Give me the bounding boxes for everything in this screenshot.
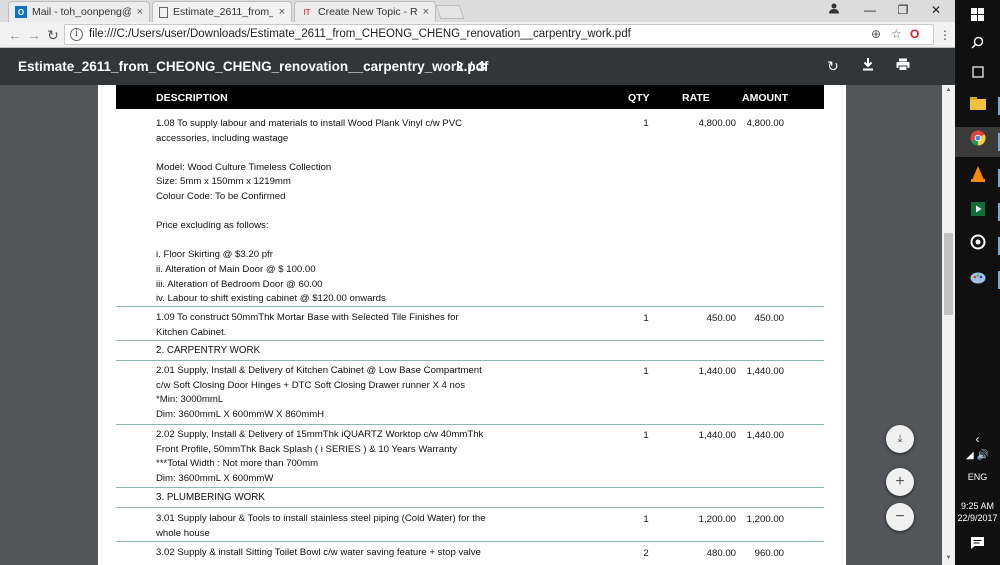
zoom-out-button[interactable]: − — [886, 503, 914, 531]
vertical-scrollbar[interactable]: ▲ ▼ — [942, 85, 955, 565]
tab-title: Create New Topic - Reno — [318, 6, 417, 18]
pdf-page: DESCRIPTION QTY RATE AMOUNT 1.08 To supp… — [98, 85, 846, 565]
minimize-button[interactable]: — — [860, 2, 880, 18]
row-description: 2.02 Supply, Install & Delivery of 15mmT… — [156, 429, 484, 484]
media-player-icon[interactable] — [955, 197, 1000, 227]
row-description: 3.01 Supply labour & Tools to install st… — [156, 513, 486, 539]
row-description: 1.09 To construct 50mmThk Mortar Base wi… — [156, 312, 459, 338]
column-header-description: DESCRIPTION — [156, 92, 228, 104]
tab-create-topic[interactable]: IT Create New Topic - Reno × — [294, 1, 436, 22]
tab-strip: O Mail - toh_oonpeng@ho × Estimate_2611_… — [0, 0, 955, 22]
chrome-icon[interactable] — [955, 127, 1000, 157]
menu-kebab-icon[interactable]: ⋮ — [936, 26, 954, 44]
row-description: 1.08 To supply labour and materials to i… — [156, 118, 463, 305]
pdf-title: Estimate_2611_from_CHEONG_CHENG_renovati… — [18, 59, 489, 74]
print-icon[interactable] — [894, 57, 912, 75]
new-tab-button[interactable] — [435, 5, 465, 19]
restore-button[interactable]: ❐ — [893, 2, 913, 18]
zoom-in-button[interactable]: + — [886, 468, 914, 496]
outlook-icon: O — [15, 6, 27, 18]
file-explorer-icon[interactable] — [955, 91, 1000, 121]
column-header-amount: AMOUNT — [742, 92, 789, 104]
profile-icon[interactable] — [824, 2, 844, 18]
tab-title: Estimate_2611_from_CHE — [173, 6, 273, 18]
table-header: DESCRIPTION QTY RATE AMOUNT — [116, 85, 824, 109]
section-row: 3. PLUMBERING WORK — [116, 488, 824, 508]
tab-mail[interactable]: O Mail - toh_oonpeng@ho × — [8, 1, 150, 22]
section-title: 3. PLUMBERING WORK — [156, 492, 265, 503]
search-icon[interactable] — [955, 30, 1000, 60]
action-center-icon[interactable] — [955, 530, 1000, 560]
column-header-rate: RATE — [682, 92, 710, 104]
table-row: 2.02 Supply, Install & Delivery of 15mmT… — [116, 425, 824, 488]
tab-estimate-pdf[interactable]: Estimate_2611_from_CHE × — [152, 1, 292, 22]
row-amount: 4,800.00 — [746, 118, 784, 129]
scroll-up-arrow-icon[interactable]: ▲ — [944, 87, 953, 93]
tab-title: Mail - toh_oonpeng@ho — [32, 6, 131, 18]
fit-to-page-button[interactable]: ⤓ — [886, 425, 914, 453]
page-indicator: 2 / 3 — [456, 59, 487, 74]
clock-time: 9:25 AM — [960, 501, 995, 511]
windows-start-icon[interactable] — [955, 2, 1000, 32]
rotate-icon[interactable]: ↻ — [824, 57, 842, 75]
table-row: 2.01 Supply, Install & Delivery of Kitch… — [116, 361, 824, 425]
close-tab-icon[interactable]: × — [137, 6, 143, 18]
close-tab-icon[interactable]: × — [423, 6, 429, 18]
browser-chrome: O Mail - toh_oonpeng@ho × Estimate_2611_… — [0, 0, 955, 48]
language-indicator[interactable]: ENG — [955, 472, 1000, 482]
paint-icon[interactable] — [955, 265, 1000, 295]
table-row: 1.09 To construct 50mmThk Mortar Base wi… — [116, 307, 824, 341]
scroll-down-arrow-icon[interactable]: ▼ — [944, 555, 953, 561]
table-row: 1.08 To supply labour and materials to i… — [116, 109, 824, 307]
row-amount: 1,200.00 — [746, 514, 784, 525]
document-icon — [159, 6, 168, 18]
groove-music-icon[interactable] — [955, 231, 1000, 261]
task-view-icon[interactable] — [955, 59, 1000, 89]
row-amount: 1,440.00 — [746, 366, 784, 377]
windows-taskbar: ‹ ◢ 🔊 ENG 9:25 AM 22/9/2017 — [955, 0, 1000, 565]
download-icon[interactable] — [859, 57, 877, 75]
back-button[interactable]: ← — [6, 26, 24, 44]
clock-date: 22/9/2017 — [957, 513, 998, 523]
reload-button[interactable]: ↻ — [44, 26, 62, 44]
pdf-toolbar: Estimate_2611_from_CHEONG_CHENG_renovati… — [0, 48, 955, 85]
row-amount: 960.00 — [754, 548, 784, 559]
column-header-qty: QTY — [628, 92, 650, 104]
table-row: 3.01 Supply labour & Tools to install st… — [116, 508, 824, 542]
row-description: 3.02 Supply & install Sitting Toilet Bow… — [156, 547, 481, 558]
section-row: 2. CARPENTRY WORK — [116, 341, 824, 361]
opera-extension-icon[interactable]: O — [910, 27, 919, 41]
browser-toolbar: ← → ↻ i file:///C:/Users/user/Downloads/… — [0, 22, 955, 48]
table-row: 3.02 Supply & install Sitting Toilet Bow… — [116, 542, 824, 565]
section-title: 2. CARPENTRY WORK — [156, 345, 261, 356]
vlc-icon[interactable] — [955, 163, 1000, 193]
row-amount: 450.00 — [754, 313, 784, 324]
pdf-viewer[interactable]: DESCRIPTION QTY RATE AMOUNT 1.08 To supp… — [0, 85, 942, 565]
network-volume-icon[interactable]: ◢ 🔊 — [955, 441, 1000, 471]
info-icon[interactable]: i — [70, 28, 83, 41]
address-bar[interactable]: i file:///C:/Users/user/Downloads/Estima… — [64, 24, 934, 45]
close-tab-icon[interactable]: × — [279, 6, 285, 18]
scroll-thumb[interactable] — [944, 233, 953, 315]
system-clock[interactable]: 9:25 AM 22/9/2017 — [955, 500, 1000, 524]
forward-button[interactable]: → — [25, 26, 43, 44]
forum-icon: IT — [303, 7, 311, 17]
zoom-icon[interactable]: ⊕ — [871, 27, 881, 41]
row-amount: 1,440.00 — [746, 430, 784, 441]
close-window-button[interactable]: ✕ — [926, 2, 946, 18]
url-text: file:///C:/Users/user/Downloads/Estimate… — [89, 28, 631, 40]
row-description: 2.01 Supply, Install & Delivery of Kitch… — [156, 365, 482, 420]
bookmark-star-icon[interactable]: ☆ — [891, 27, 902, 41]
